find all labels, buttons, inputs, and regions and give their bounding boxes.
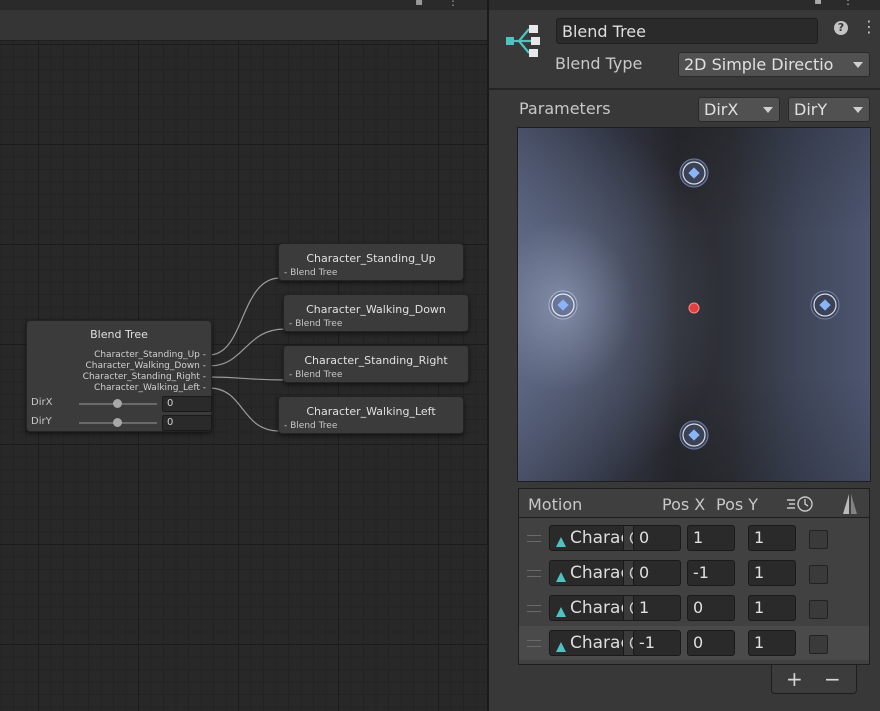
motion-clip-name: Character_Standing_Right bbox=[570, 598, 626, 618]
mirror-icon bbox=[841, 493, 859, 519]
param-label-dirx: DirX bbox=[31, 397, 53, 408]
motion-clip-name: Character_Walking_Left bbox=[570, 633, 626, 653]
animation-clip-icon bbox=[555, 638, 567, 655]
pos-x-field[interactable]: 0 bbox=[633, 525, 681, 551]
child-node-title: Character_Walking_Left bbox=[306, 405, 436, 418]
drag-handle[interactable] bbox=[527, 640, 541, 647]
animation-clip-icon bbox=[555, 568, 567, 585]
blend-point-standing-right[interactable] bbox=[810, 290, 840, 320]
motion-column-header: Motion bbox=[528, 495, 583, 514]
child-node-title: Character_Walking_Down bbox=[306, 303, 446, 316]
blend-point-walking-left[interactable] bbox=[548, 290, 578, 320]
child-node-title: Character_Standing_Right bbox=[304, 354, 448, 367]
drag-handle[interactable] bbox=[527, 535, 541, 542]
chevron-down-icon bbox=[853, 62, 863, 68]
pos-y-field[interactable]: 0 bbox=[687, 595, 735, 621]
remove-motion-button[interactable]: − bbox=[824, 665, 841, 693]
blend-tree-name-field[interactable]: Blend Tree bbox=[556, 18, 818, 44]
blend-type-label: Blend Type bbox=[555, 54, 643, 73]
output-port-walking-left: Character_Walking_Left - bbox=[94, 383, 206, 393]
chevron-down-icon bbox=[763, 107, 773, 113]
wire-walking-down bbox=[208, 328, 286, 367]
dirx-slider-knob[interactable] bbox=[113, 399, 122, 408]
child-node-standing-right[interactable]: Character_Standing_Right - Blend Tree bbox=[283, 345, 469, 383]
pos-x-column-header: Pos X bbox=[662, 495, 706, 514]
motion-clip-name: Character_Walking_Down bbox=[570, 563, 626, 583]
wire-standing-up bbox=[208, 277, 281, 356]
dirx-value-field[interactable]: 0 bbox=[162, 396, 212, 412]
inspector-panel: ▪ ⋮ Blend Tree ? ⋮ Blend Type 2D Simple … bbox=[487, 0, 880, 711]
blend-tree-node[interactable]: Blend Tree Character_Standing_Up - Chara… bbox=[26, 320, 212, 432]
mirror-checkbox[interactable] bbox=[809, 635, 828, 654]
output-port-standing-right: Character_Standing_Right - bbox=[82, 372, 206, 382]
diry-value-field[interactable]: 0 bbox=[162, 415, 212, 431]
child-node-walking-down[interactable]: Character_Walking_Down - Blend Tree bbox=[283, 294, 469, 332]
list-item: Character_Standing_Up 0 1 1 bbox=[519, 521, 869, 555]
time-scale-icon bbox=[786, 495, 816, 517]
current-blend-position[interactable] bbox=[688, 299, 700, 318]
child-node-subtitle: - Blend Tree bbox=[289, 319, 343, 329]
list-item: Character_Walking_Left -1 0 1 bbox=[519, 626, 869, 660]
blend-point-walking-down[interactable] bbox=[679, 420, 709, 450]
pos-y-field[interactable]: 0 bbox=[687, 630, 735, 656]
output-port-walking-down: Character_Walking_Down - bbox=[85, 361, 206, 371]
param-label-diry: DirY bbox=[31, 416, 52, 427]
list-item: Character_Standing_Right 1 0 1 bbox=[519, 591, 869, 625]
child-node-subtitle: - Blend Tree bbox=[284, 268, 338, 278]
pos-y-column-header: Pos Y bbox=[716, 495, 759, 514]
param-x-value: DirX bbox=[704, 100, 739, 119]
animation-clip-icon bbox=[555, 533, 567, 550]
time-scale-field[interactable]: 1 bbox=[748, 560, 796, 586]
blend-type-value: 2D Simple Direction bbox=[684, 55, 844, 74]
motion-list: Character_Standing_Up 0 1 1 Character_Wa… bbox=[518, 517, 870, 665]
param-y-dropdown[interactable]: DirY bbox=[788, 97, 870, 122]
wire-standing-right bbox=[208, 376, 286, 381]
child-node-subtitle: - Blend Tree bbox=[289, 370, 343, 380]
blend-tree-node-title: Blend Tree bbox=[90, 328, 148, 341]
drag-handle[interactable] bbox=[527, 570, 541, 577]
blend-space-visualizer[interactable] bbox=[517, 127, 871, 482]
child-node-standing-up[interactable]: Character_Standing_Up - Blend Tree bbox=[278, 243, 464, 281]
help-icon[interactable]: ? bbox=[834, 21, 848, 35]
blend-point-standing-up[interactable] bbox=[679, 158, 709, 188]
motion-clip-name: Character_Standing_Up bbox=[570, 528, 626, 548]
add-motion-button[interactable]: + bbox=[786, 665, 803, 693]
child-node-subtitle: - Blend Tree bbox=[284, 421, 338, 431]
pos-x-field[interactable]: 0 bbox=[633, 560, 681, 586]
section-divider bbox=[489, 88, 880, 90]
motion-list-header: Motion Pos X Pos Y bbox=[518, 488, 870, 517]
child-node-title: Character_Standing_Up bbox=[306, 252, 436, 265]
drag-handle[interactable] bbox=[527, 605, 541, 612]
blend-tree-icon bbox=[505, 22, 543, 64]
mirror-checkbox[interactable] bbox=[809, 530, 828, 549]
time-scale-field[interactable]: 1 bbox=[748, 630, 796, 656]
inspector-window-icons[interactable]: ▪ ⋮ bbox=[814, 0, 862, 7]
blend-type-dropdown[interactable]: 2D Simple Direction bbox=[678, 52, 870, 77]
parameters-label: Parameters bbox=[519, 99, 611, 118]
chevron-down-icon bbox=[853, 107, 863, 113]
list-item: Character_Walking_Down 0 -1 1 bbox=[519, 556, 869, 590]
param-y-value: DirY bbox=[794, 100, 828, 119]
pos-x-field[interactable]: -1 bbox=[633, 630, 681, 656]
animation-clip-icon bbox=[555, 603, 567, 620]
diry-slider-knob[interactable] bbox=[113, 418, 122, 427]
mirror-checkbox[interactable] bbox=[809, 565, 828, 584]
animator-graph-canvas[interactable]: ▪ ⋮ Blend Tree Character_Standing_Up - C… bbox=[0, 0, 487, 711]
time-scale-field[interactable]: 1 bbox=[748, 595, 796, 621]
list-footer: + − bbox=[771, 665, 857, 694]
output-port-standing-up: Character_Standing_Up - bbox=[94, 350, 206, 360]
pos-y-field[interactable]: -1 bbox=[687, 560, 735, 586]
wire-walking-left bbox=[208, 387, 281, 432]
pos-x-field[interactable]: 1 bbox=[633, 595, 681, 621]
param-x-dropdown[interactable]: DirX bbox=[698, 97, 780, 122]
child-node-walking-left[interactable]: Character_Walking_Left - Blend Tree bbox=[278, 396, 464, 434]
mirror-checkbox[interactable] bbox=[809, 600, 828, 619]
time-scale-field[interactable]: 1 bbox=[748, 525, 796, 551]
kebab-menu-icon[interactable]: ⋮ bbox=[861, 19, 877, 35]
pos-y-field[interactable]: 1 bbox=[687, 525, 735, 551]
